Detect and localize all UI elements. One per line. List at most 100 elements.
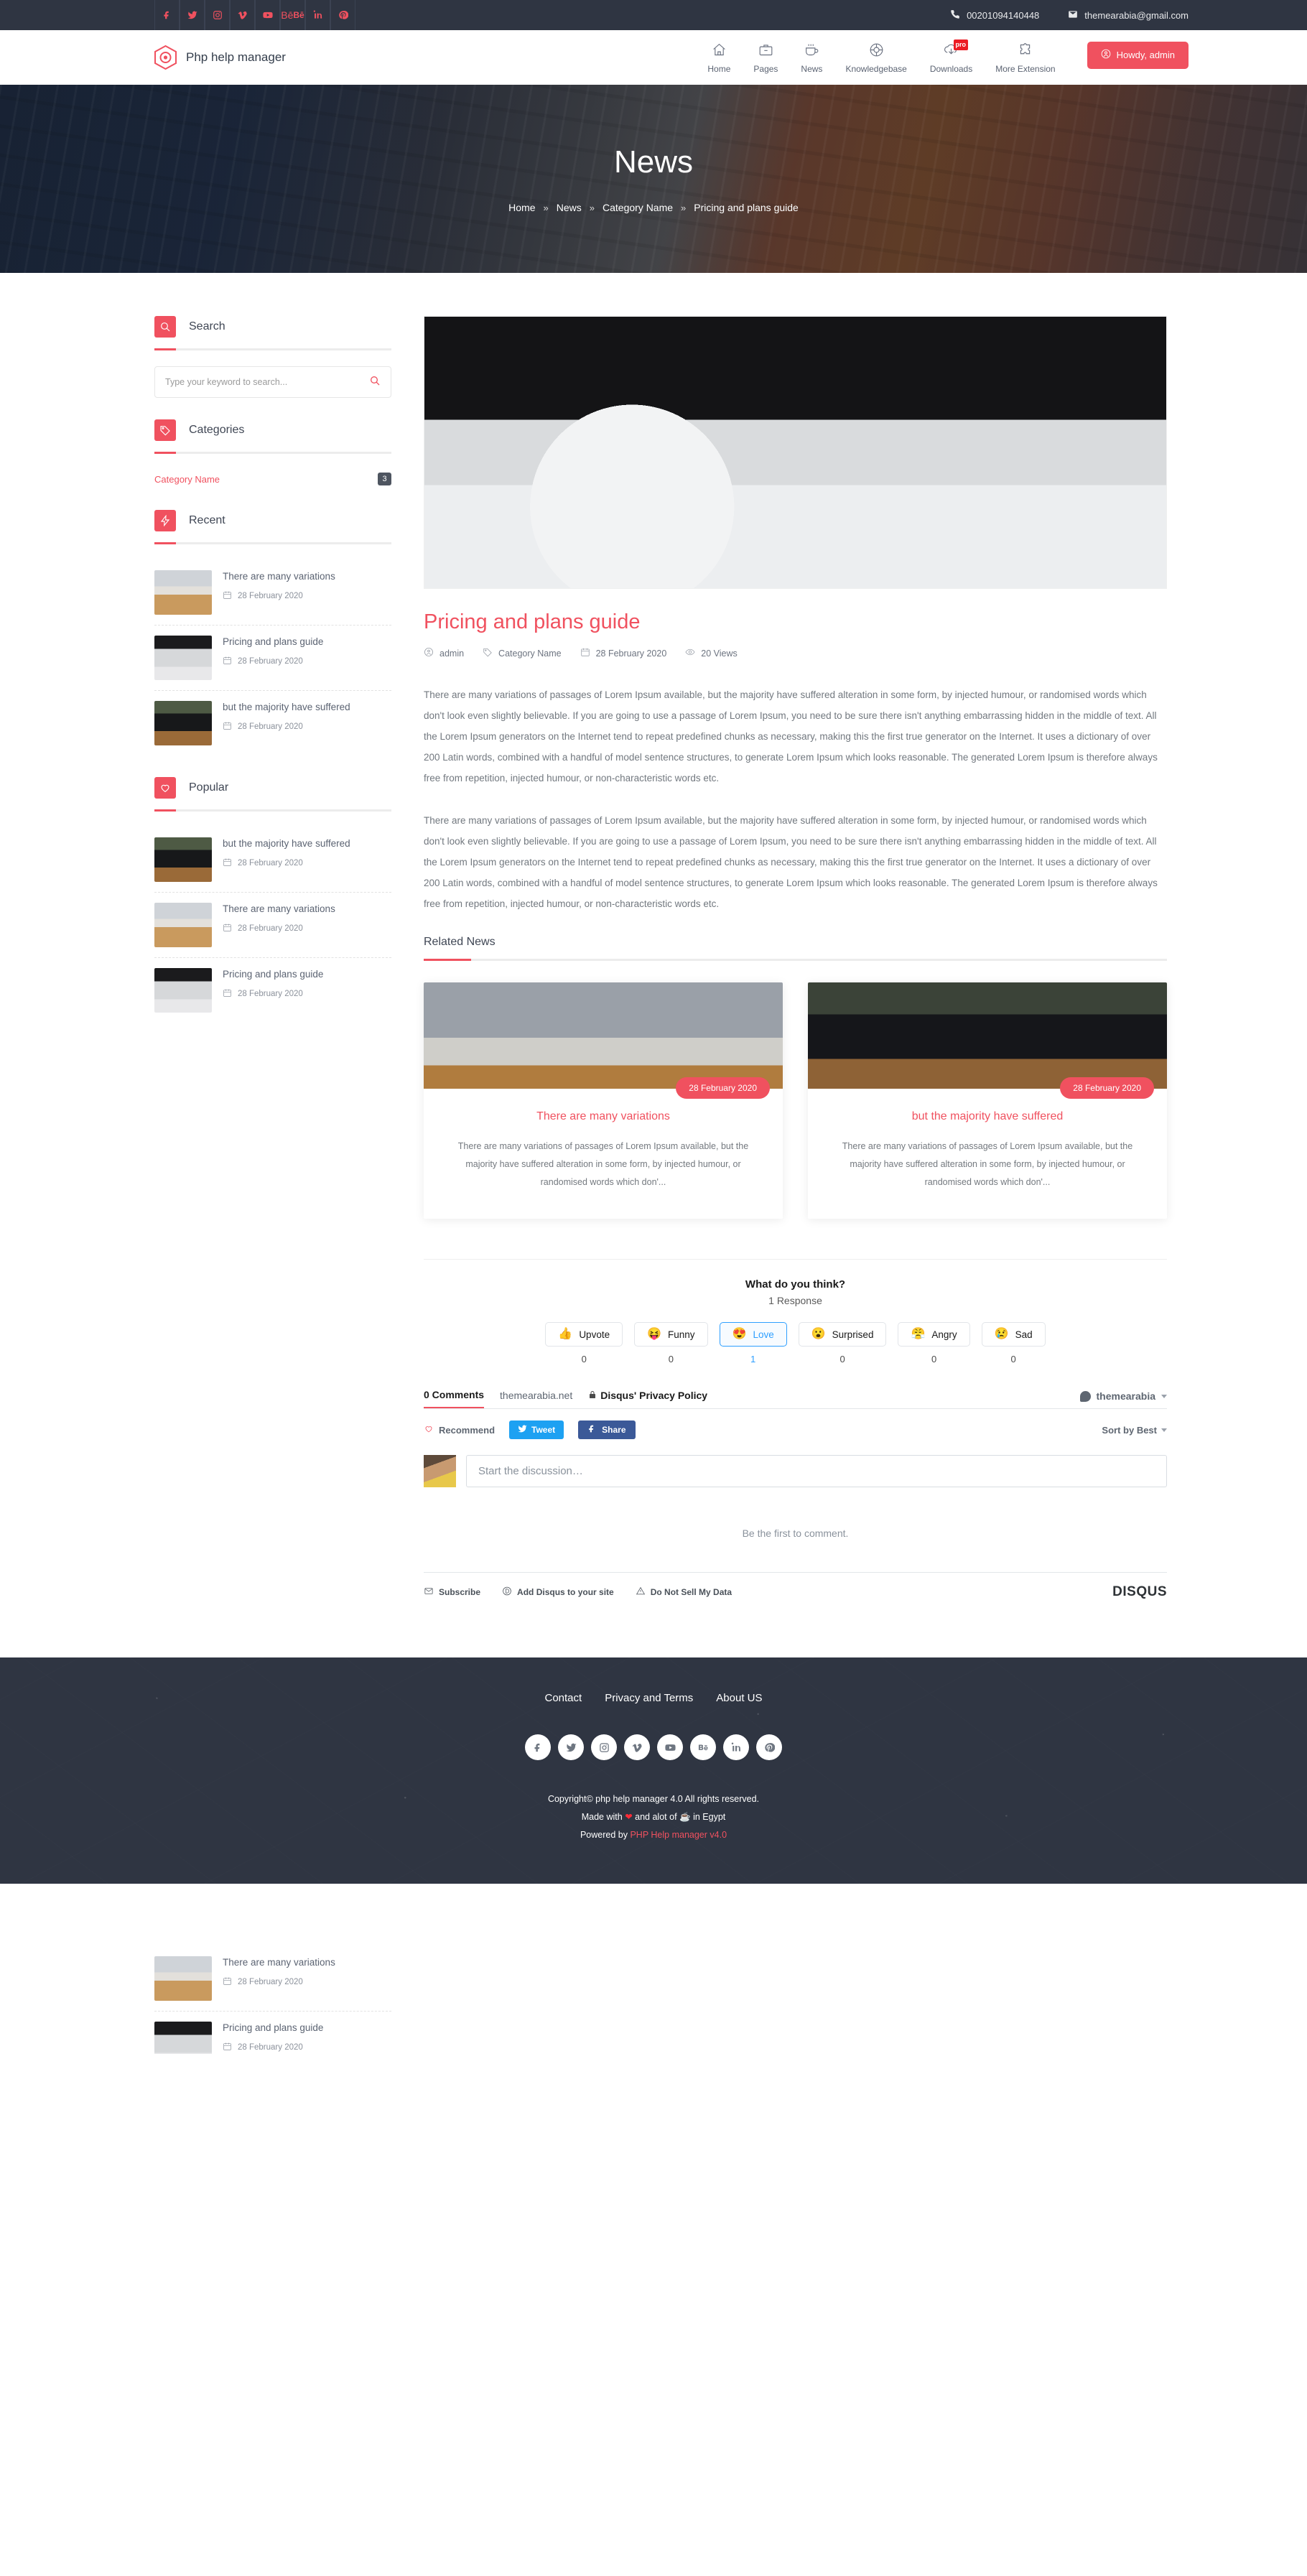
post-title-link[interactable]: but the majority have suffered (223, 837, 391, 850)
reaction-count: 0 (839, 1354, 845, 1365)
disqus-site-name[interactable]: themearabia.net (500, 1390, 572, 1408)
disqus-tabs: 0 Comments themearabia.net Disqus' Priva… (424, 1389, 707, 1409)
social-youtube[interactable] (255, 0, 280, 30)
social-vimeo[interactable] (230, 0, 255, 30)
list-item[interactable]: There are many variations 28 February 20… (154, 893, 391, 958)
breadcrumb-item-news[interactable]: News (557, 202, 582, 213)
tweet-button[interactable]: Tweet (509, 1420, 564, 1440)
social-pinterest[interactable] (330, 0, 355, 30)
sort-dropdown[interactable]: Sort by Best (1102, 1425, 1167, 1436)
social-behance[interactable]: Bē Bē (280, 0, 305, 30)
nav-item-more-extension[interactable]: More Extension (984, 42, 1066, 74)
social-youtube[interactable] (657, 1734, 683, 1761)
nav-item-pages[interactable]: Pages (742, 42, 789, 74)
social-linkedin[interactable] (305, 0, 330, 30)
list-item[interactable]: There are many variations 28 February 20… (154, 1946, 391, 2012)
reaction-button-surprised[interactable]: 😮 Surprised (798, 1322, 887, 1347)
category-link[interactable]: Category Name (154, 474, 220, 485)
calendar-icon (223, 988, 232, 1000)
post-body: There are many variations 28 February 20… (223, 903, 391, 934)
post-title-link[interactable]: There are many variations (223, 903, 391, 916)
post-title-link[interactable]: but the majority have suffered (223, 701, 391, 714)
nav-item-knowledgebase[interactable]: Knowledgebase (834, 42, 918, 74)
calendar-icon (223, 590, 232, 602)
search-icon (154, 316, 176, 338)
post-title-link[interactable]: Pricing and plans guide (223, 636, 391, 648)
reaction-button-upvote[interactable]: 👍 Upvote (545, 1322, 623, 1347)
social-behance[interactable] (690, 1734, 716, 1761)
comment-input-wrapper[interactable] (466, 1455, 1167, 1488)
widget-title: Search (189, 320, 225, 333)
list-item[interactable]: There are many variations 28 February 20… (154, 560, 391, 626)
share-button[interactable]: Share (578, 1420, 636, 1440)
social-instagram[interactable] (205, 0, 230, 30)
reaction-button-love[interactable]: 😍 Love (719, 1322, 787, 1347)
list-item[interactable]: Pricing and plans guide 28 February 2020 (154, 626, 391, 691)
social-twitter[interactable] (180, 0, 205, 30)
meta-author-text: admin (439, 648, 465, 659)
reaction-love: 😍 Love 1 (719, 1322, 787, 1364)
share-label: Share (602, 1425, 626, 1436)
comment-input[interactable] (478, 1465, 1155, 1478)
related-card-title[interactable]: but the majority have suffered (832, 1110, 1143, 1123)
post-title-link[interactable]: Pricing and plans guide (223, 2022, 391, 2035)
search-box[interactable] (154, 366, 391, 398)
meta-date: 28 February 2020 (580, 647, 666, 659)
post-title-link[interactable]: There are many variations (223, 1956, 391, 1969)
account-button[interactable]: Howdy, admin (1087, 41, 1189, 69)
social-vimeo[interactable] (624, 1734, 650, 1761)
related-card[interactable]: 28 February 2020 but the majority have s… (808, 982, 1167, 1219)
reaction-label: Sad (1015, 1329, 1033, 1340)
nav-item-news[interactable]: News (789, 42, 834, 74)
add-disqus-link[interactable]: Add Disqus to your site (502, 1586, 614, 1598)
footer-link-contact[interactable]: Contact (544, 1692, 582, 1704)
disqus-user-menu[interactable]: themearabia (1079, 1390, 1167, 1408)
list-item[interactable]: but the majority have suffered 28 Februa… (154, 691, 391, 755)
reaction-upvote: 👍 Upvote 0 (545, 1322, 623, 1364)
social-facebook[interactable] (525, 1734, 551, 1761)
page-hero: News Home » News » Category Name » Prici… (0, 85, 1307, 273)
list-item[interactable]: Pricing and plans guide 28 February 2020 (154, 2012, 391, 2054)
article-featured-image (424, 316, 1167, 589)
disqus-privacy-policy[interactable]: Disqus' Privacy Policy (588, 1390, 707, 1408)
list-item[interactable]: Pricing and plans guide 28 February 2020 (154, 958, 391, 1023)
reaction-button-sad[interactable]: 😢 Sad (981, 1322, 1046, 1347)
search-submit-icon[interactable] (369, 375, 381, 390)
reaction-button-funny[interactable]: 😝 Funny (634, 1322, 708, 1347)
social-pinterest[interactable] (756, 1734, 782, 1761)
social-linkedin[interactable] (723, 1734, 749, 1761)
breadcrumb-item-home[interactable]: Home (508, 202, 535, 213)
subscribe-link[interactable]: Subscribe (424, 1586, 480, 1598)
widget-search: Search (154, 316, 391, 398)
recommend-button[interactable]: Recommend (424, 1424, 495, 1436)
post-title-link[interactable]: There are many variations (223, 570, 391, 583)
social-instagram[interactable] (591, 1734, 617, 1761)
calendar-icon (223, 656, 232, 667)
brand-logo[interactable]: Php help manager (154, 45, 286, 70)
nav-label: News (801, 63, 823, 74)
thumbs-up-icon: 👍 (558, 1328, 573, 1341)
social-twitter[interactable] (558, 1734, 584, 1761)
nav-item-home[interactable]: Home (696, 42, 742, 74)
topbar-email[interactable]: themearabia@gmail.com (1068, 9, 1189, 22)
disqus-reaction-header: What do you think? 1 Response (424, 1278, 1167, 1306)
footer-link-privacy[interactable]: Privacy and Terms (605, 1692, 693, 1704)
nav-item-downloads[interactable]: pro Downloads (918, 39, 984, 74)
account-label: Howdy, admin (1116, 50, 1175, 60)
breadcrumb-item-category[interactable]: Category Name (603, 202, 673, 213)
social-facebook[interactable] (154, 0, 180, 30)
coffee-icon: ☕ (679, 1812, 691, 1823)
search-input[interactable] (165, 377, 369, 387)
related-card-title[interactable]: There are many variations (448, 1110, 758, 1123)
disqus-comment-count[interactable]: 0 Comments (424, 1389, 485, 1409)
powered-by-link[interactable]: PHP Help manager v4.0 (630, 1830, 727, 1840)
reaction-button-angry[interactable]: 😤 Angry (898, 1322, 970, 1347)
related-card[interactable]: 28 February 2020 There are many variatio… (424, 982, 783, 1219)
post-title-link[interactable]: Pricing and plans guide (223, 968, 391, 981)
list-item[interactable]: but the majority have suffered 28 Februa… (154, 827, 391, 893)
funny-face-icon: 😝 (647, 1328, 662, 1341)
category-row[interactable]: Category Name 3 (154, 470, 391, 488)
do-not-sell-link[interactable]: Do Not Sell My Data (636, 1586, 732, 1598)
topbar-phone[interactable]: 00201094140448 (950, 9, 1039, 22)
footer-link-about[interactable]: About US (716, 1692, 762, 1704)
